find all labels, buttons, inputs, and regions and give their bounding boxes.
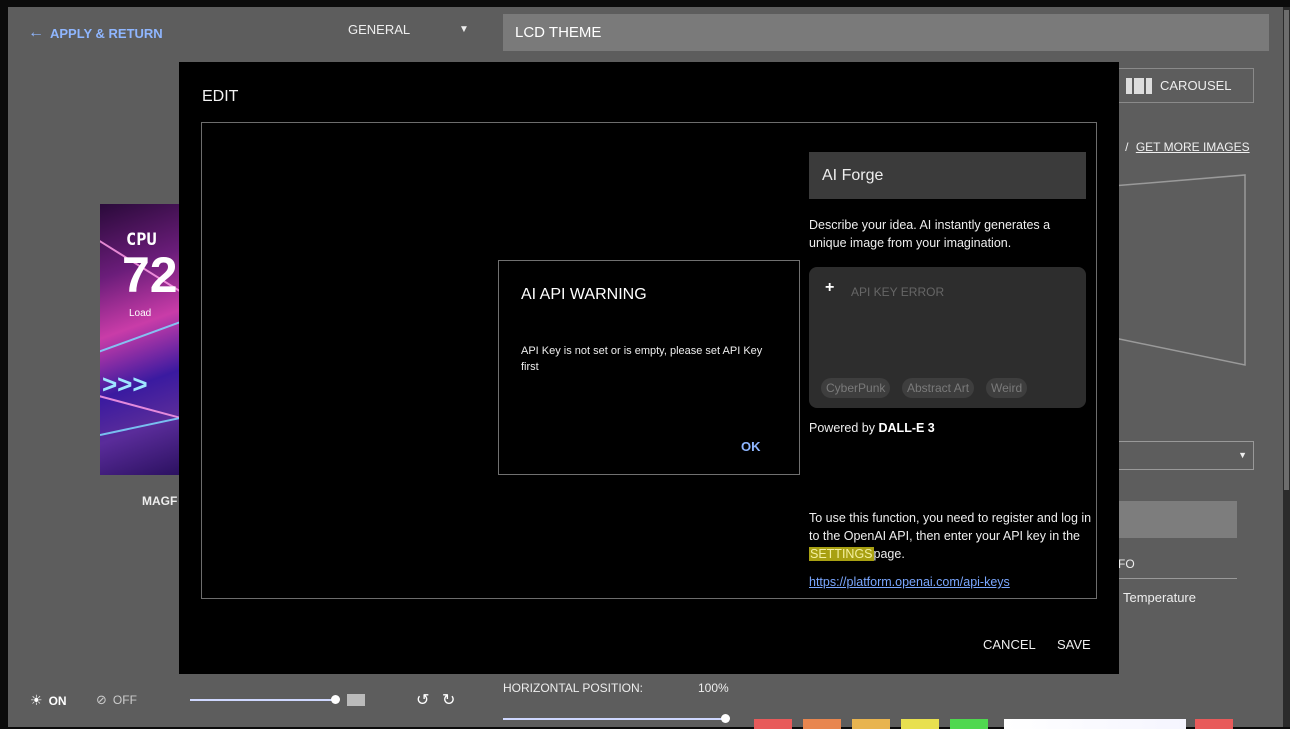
temperature-label: Temperature bbox=[1123, 590, 1196, 605]
light-on-toggle[interactable]: ☀ ON bbox=[30, 692, 67, 709]
lcd-preview-image[interactable]: CPU 72 Load >>> bbox=[100, 204, 180, 475]
rotate-left-icon[interactable]: ↺ bbox=[416, 690, 429, 710]
background-input-bar[interactable] bbox=[1117, 501, 1237, 538]
color-swatch[interactable] bbox=[754, 719, 792, 729]
neon-ray bbox=[100, 313, 180, 356]
on-label: ON bbox=[48, 693, 67, 708]
brightness-slider-knob[interactable] bbox=[331, 695, 340, 704]
background-select[interactable]: ▼ bbox=[1117, 441, 1254, 470]
style-chip-cyberpunk[interactable]: CyberPunk bbox=[821, 378, 891, 398]
brightness-slider[interactable] bbox=[190, 699, 336, 701]
carousel-icon bbox=[1126, 77, 1152, 94]
light-bulb-icon: ☀ bbox=[30, 692, 43, 708]
api-info-part2: page. bbox=[873, 547, 905, 561]
neon-ray bbox=[100, 413, 180, 436]
color-swatch[interactable] bbox=[950, 719, 988, 729]
divider bbox=[1117, 578, 1237, 579]
scrollbar-thumb[interactable] bbox=[1284, 10, 1289, 490]
style-chip-abstract-art[interactable]: Abstract Art bbox=[902, 378, 975, 398]
color-swatch[interactable] bbox=[803, 719, 841, 729]
style-chip-weird[interactable]: Weird bbox=[986, 378, 1028, 398]
image-links: P / GET MORE IMAGES bbox=[1110, 140, 1250, 154]
openai-api-keys-link[interactable]: https://platform.openai.com/api-keys bbox=[809, 575, 1010, 589]
save-button[interactable]: SAVE bbox=[1057, 637, 1091, 652]
powered-by-prefix: Powered by bbox=[809, 421, 876, 435]
off-label: OFF bbox=[112, 693, 137, 707]
caret-down-icon[interactable]: ▼ bbox=[459, 24, 469, 35]
brightness-max-icon bbox=[347, 694, 365, 706]
api-info-part1: To use this function, you need to regist… bbox=[809, 511, 1092, 543]
carousel-label: CAROUSEL bbox=[1160, 78, 1232, 93]
api-info-text: To use this function, you need to regist… bbox=[809, 509, 1094, 563]
color-swatch[interactable] bbox=[1195, 719, 1233, 729]
horizontal-position-knob[interactable] bbox=[721, 714, 730, 723]
horizontal-position-label: HORIZONTAL POSITION: bbox=[503, 681, 644, 695]
color-swatch[interactable] bbox=[852, 719, 890, 729]
prompt-placeholder: API KEY ERROR bbox=[851, 285, 945, 299]
chevrons-icon: >>> bbox=[102, 369, 148, 399]
warning-title: AI API WARNING bbox=[521, 286, 647, 303]
powered-by-model: DALL-E 3 bbox=[878, 421, 935, 435]
arrow-left-icon: ← bbox=[28, 24, 44, 41]
rotate-right-icon[interactable]: ↻ bbox=[442, 690, 455, 710]
link-separator: / bbox=[1125, 140, 1129, 154]
ai-forge-title: AI Forge bbox=[822, 167, 884, 184]
modal-title: EDIT bbox=[202, 88, 239, 105]
light-off-icon: ⊘ bbox=[96, 692, 107, 707]
general-dropdown[interactable]: GENERAL bbox=[348, 22, 410, 37]
light-off-toggle[interactable]: ⊘ OFF bbox=[96, 692, 137, 708]
perspective-frame-shape bbox=[1100, 174, 1246, 366]
carousel-button[interactable]: CAROUSEL bbox=[1117, 68, 1254, 103]
plus-icon[interactable]: + bbox=[825, 279, 834, 297]
horizontal-position-value: 100% bbox=[698, 681, 729, 695]
settings-link[interactable]: SETTINGS bbox=[809, 547, 874, 561]
apply-return-button[interactable]: ← APPLY & RETURN bbox=[28, 24, 163, 42]
lcd-theme-label: LCD THEME bbox=[515, 24, 602, 41]
caret-down-icon: ▼ bbox=[1238, 450, 1247, 460]
cancel-button[interactable]: CANCEL bbox=[983, 637, 1036, 652]
color-gradient-picker[interactable] bbox=[1004, 719, 1186, 729]
preview-name: MAGF bbox=[142, 494, 178, 508]
powered-by-text: Powered by DALL-E 3 bbox=[809, 421, 935, 435]
ai-forge-description: Describe your idea. AI instantly generat… bbox=[809, 218, 1051, 250]
horizontal-position-slider[interactable] bbox=[503, 718, 727, 720]
apply-return-label: APPLY & RETURN bbox=[50, 25, 163, 41]
ai-forge-header: AI Forge bbox=[809, 152, 1086, 199]
preview-load-label: Load bbox=[129, 308, 152, 319]
warning-message: API Key is not set or is empty, please s… bbox=[521, 345, 763, 373]
info-label-partial: FO bbox=[1118, 557, 1135, 571]
ok-button[interactable]: OK bbox=[741, 439, 761, 454]
color-swatch[interactable] bbox=[901, 719, 939, 729]
get-more-images-link[interactable]: GET MORE IMAGES bbox=[1136, 140, 1250, 154]
lcd-theme-header: LCD THEME bbox=[503, 14, 1269, 51]
preview-cpu-value: 72 bbox=[122, 247, 178, 303]
